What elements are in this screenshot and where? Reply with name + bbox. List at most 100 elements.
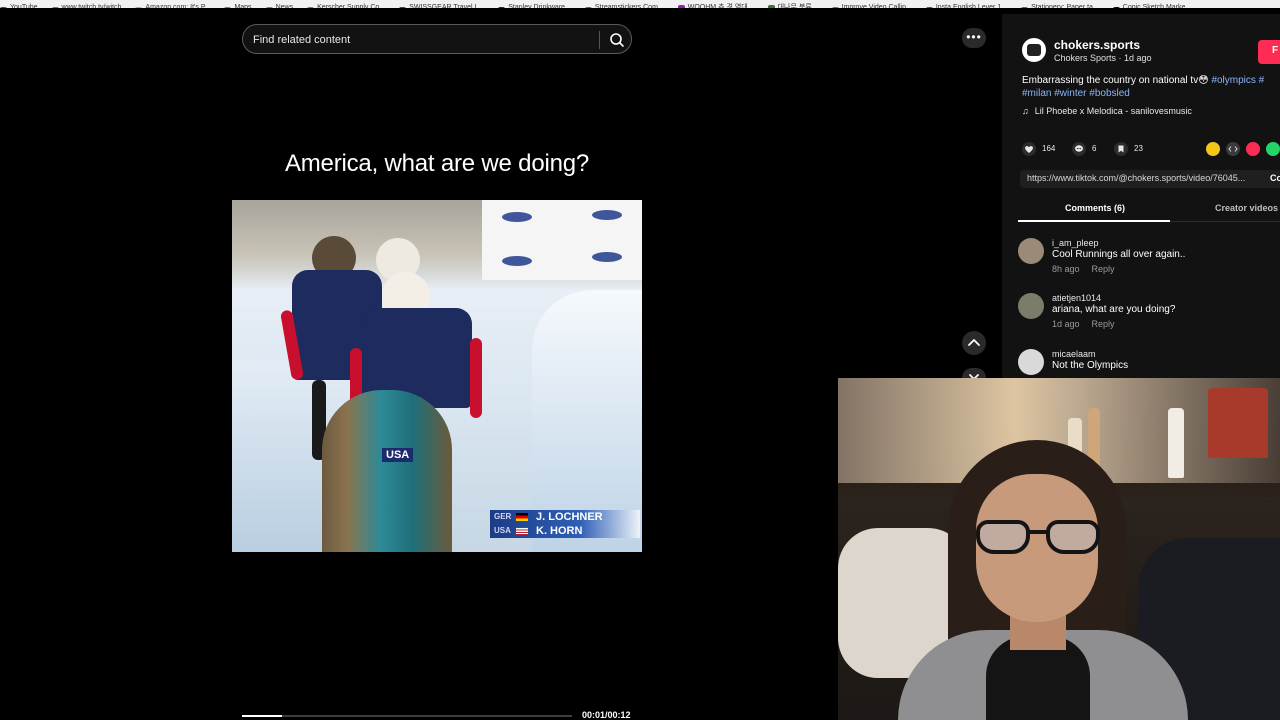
bookmark-label: Streamstickers Com... xyxy=(594,4,664,8)
bookmark-label: Stationery: Paper ta... xyxy=(1031,4,1099,8)
playback-time: 00:01/00:12 xyxy=(582,710,631,720)
bookmark-label: WOOHM 추 경 역대... xyxy=(687,4,754,8)
sponsor-logo xyxy=(592,252,622,262)
hashtag-link[interactable]: #bobsled xyxy=(1089,88,1130,99)
bookmark-favicon-icon xyxy=(51,7,59,8)
hashtag-link[interactable]: #milan xyxy=(1022,88,1051,99)
search-icon xyxy=(610,33,624,47)
bookmark-link[interactable]: Maps xyxy=(224,4,252,8)
flag-icon xyxy=(516,513,528,521)
comment-text: ariana, what are you doing? xyxy=(1052,304,1176,315)
video-frame[interactable]: USA GER J. LOCHNER USA K. HORN xyxy=(232,200,642,552)
bookmark-favicon-icon xyxy=(135,7,143,8)
bookmark-link[interactable]: Streamstickers Com... xyxy=(584,4,664,8)
bookmark-favicon-icon xyxy=(831,7,839,8)
author-avatar[interactable] xyxy=(1022,38,1046,62)
bookmark-favicon-icon xyxy=(224,7,232,8)
bookmark-favicon-icon xyxy=(307,7,315,8)
music-note-icon: ♫ xyxy=(1022,106,1029,116)
bookmark-label: News xyxy=(275,4,294,8)
bookmark-favicon-icon xyxy=(925,7,933,8)
sponsor-logo xyxy=(592,210,622,220)
comment-time: 8h ago xyxy=(1052,264,1080,274)
progress-fill xyxy=(242,715,282,717)
comment-count: 6 xyxy=(1092,144,1097,153)
next-video-button[interactable] xyxy=(962,368,986,381)
video-link-row: https://www.tiktok.com/@chokers.sports/v… xyxy=(1020,170,1280,188)
bookmark-favicon-icon xyxy=(498,7,506,8)
bookmark-link[interactable]: WOOHM 추 경 역대... xyxy=(677,2,754,8)
bookmark-link[interactable]: Stanley Drinkware... xyxy=(498,4,571,8)
video-url[interactable]: https://www.tiktok.com/@chokers.sports/v… xyxy=(1027,173,1245,183)
commenter-avatar[interactable] xyxy=(1018,349,1044,375)
video-player[interactable]: America, what are we doing? xyxy=(232,14,642,720)
athlete-name: K. HORN xyxy=(536,525,583,537)
bookmark-link[interactable]: YouTube xyxy=(0,4,38,8)
bookmark-favicon-icon xyxy=(1021,7,1029,8)
commenter-avatar[interactable] xyxy=(1018,293,1044,319)
comment-item: atietjen1014 ariana, what are you doing?… xyxy=(1018,293,1278,341)
hashtag-link[interactable]: #olympics # xyxy=(1211,75,1264,86)
country-code: GER xyxy=(494,512,512,521)
active-tab-indicator xyxy=(1018,220,1170,222)
progress-bar[interactable] xyxy=(242,715,572,717)
embed-code-icon[interactable] xyxy=(1226,142,1240,156)
video-caption: America, what are we doing? xyxy=(284,150,590,177)
comment-text: Cool Runnings all over again.. xyxy=(1052,249,1186,260)
whatsapp-icon[interactable] xyxy=(1266,142,1280,156)
bookmark-link[interactable]: SWISSGEAR Travel L... xyxy=(399,4,484,8)
bookmark-link[interactable]: www.twitch.tv/witch xyxy=(51,4,122,8)
author-username[interactable]: chokers.sports xyxy=(1054,38,1140,52)
follow-button[interactable]: F xyxy=(1258,40,1280,64)
reply-button[interactable]: Reply xyxy=(1092,264,1115,274)
webcam-overlay xyxy=(838,378,1280,720)
comment-meta: 8h ago Reply xyxy=(1052,264,1115,274)
bookmark-label: Copic Sketch Marke... xyxy=(1122,4,1192,8)
hashtag-link[interactable]: #winter xyxy=(1054,88,1086,99)
search-input[interactable] xyxy=(253,31,593,49)
like-count: 164 xyxy=(1042,144,1056,153)
glasses-bridge xyxy=(1028,530,1048,534)
panel-tabs: Comments (6) Creator videos xyxy=(1018,200,1280,222)
bookmark-link[interactable]: Copic Sketch Marke... xyxy=(1112,4,1192,8)
send-to-friends-icon[interactable] xyxy=(1246,142,1260,156)
bookmark-favicon-icon xyxy=(584,7,592,8)
bookmark-link[interactable]: Kerscher Supply Co... xyxy=(307,4,385,8)
share-friends-icon[interactable] xyxy=(1206,142,1220,156)
search-button[interactable] xyxy=(607,30,627,50)
bookmark-link[interactable]: Insta English Lever 1... xyxy=(925,4,1007,8)
copy-link-button[interactable]: Co xyxy=(1270,173,1280,183)
broadcast-lower-third: GER J. LOCHNER USA K. HORN xyxy=(490,510,640,538)
bookmark-favicon-icon xyxy=(1112,7,1120,8)
reply-button[interactable]: Reply xyxy=(1092,319,1115,329)
previous-video-button[interactable] xyxy=(962,331,986,355)
bookmark-link[interactable]: Amazon.com: It's P... xyxy=(135,4,210,8)
heart-icon xyxy=(1022,142,1036,156)
bookmark-link[interactable]: News xyxy=(265,4,294,8)
bookmark-label: Improve Video Callin... xyxy=(841,4,912,8)
flag-icon xyxy=(516,527,528,535)
commenter-username[interactable]: micaelaam xyxy=(1052,349,1096,359)
bookmark-link[interactable]: Stationery: Paper ta... xyxy=(1021,4,1099,8)
bookmark-link[interactable]: Improve Video Callin... xyxy=(831,4,912,8)
commenter-username[interactable]: atietjen1014 xyxy=(1052,293,1101,303)
commenter-username[interactable]: i_am_pleep xyxy=(1052,238,1099,248)
chevron-up-icon xyxy=(968,339,980,346)
music-link[interactable]: ♫ Lil Phoebe x Melodica - sanilovesmusic xyxy=(1022,106,1192,116)
bookmark-icon xyxy=(1114,142,1128,156)
tab-comments[interactable]: Comments (6) xyxy=(1065,203,1125,213)
background-bottle xyxy=(1168,408,1184,478)
glasses-lens xyxy=(1046,520,1100,554)
search-box xyxy=(242,24,632,54)
more-options-button[interactable]: ••• xyxy=(962,28,986,48)
bookmark-label: 대나무 분류... xyxy=(777,4,818,8)
bookmarks-bar: YouTube www.twitch.tv/witch Amazon.com: It… xyxy=(0,0,1280,8)
commenter-avatar[interactable] xyxy=(1018,238,1044,264)
bookmark-link[interactable]: 대나무 분류... xyxy=(767,2,818,8)
save-count: 23 xyxy=(1134,144,1143,153)
author-meta: Chokers Sports · 1d ago xyxy=(1054,53,1152,63)
bookmark-label: www.twitch.tv/witch xyxy=(61,4,122,8)
country-code: USA xyxy=(494,526,511,535)
bookmark-favicon-icon xyxy=(265,7,273,8)
tab-creator-videos[interactable]: Creator videos xyxy=(1215,203,1278,213)
